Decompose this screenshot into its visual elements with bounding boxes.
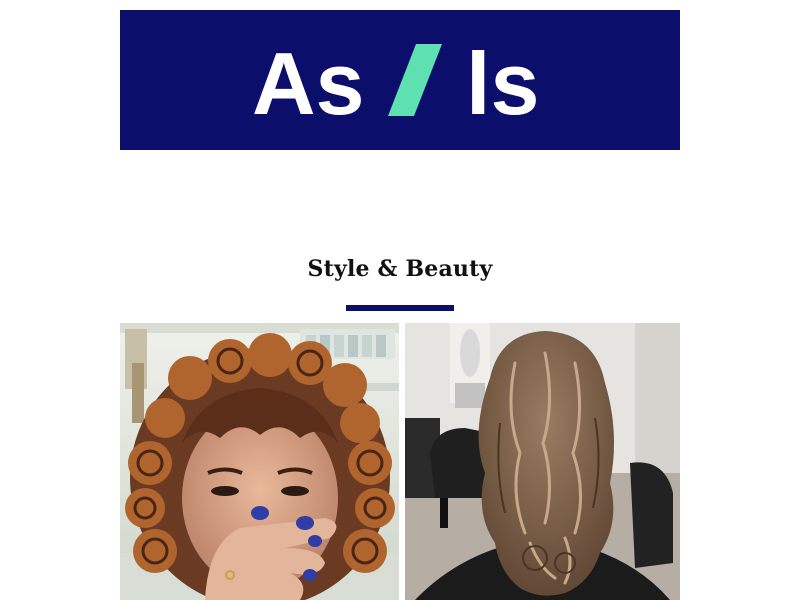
header-banner[interactable]: As ls: [120, 10, 680, 150]
logo-text-left: As: [252, 34, 365, 133]
photo-curly-hair-illustration: [120, 323, 399, 600]
section-title: Style & Beauty: [307, 256, 493, 282]
site-logo: As ls: [252, 34, 539, 133]
photo-wavy-hair-illustration: [405, 323, 680, 600]
curly-hair-before-photo[interactable]: [120, 323, 399, 600]
wavy-hair-after-photo[interactable]: [405, 323, 680, 600]
article-page: As ls Style & Beauty: [0, 0, 800, 600]
section-title-underline: [346, 305, 454, 311]
logo-slash-icon: [388, 44, 442, 116]
logo-text-right: ls: [466, 34, 539, 133]
